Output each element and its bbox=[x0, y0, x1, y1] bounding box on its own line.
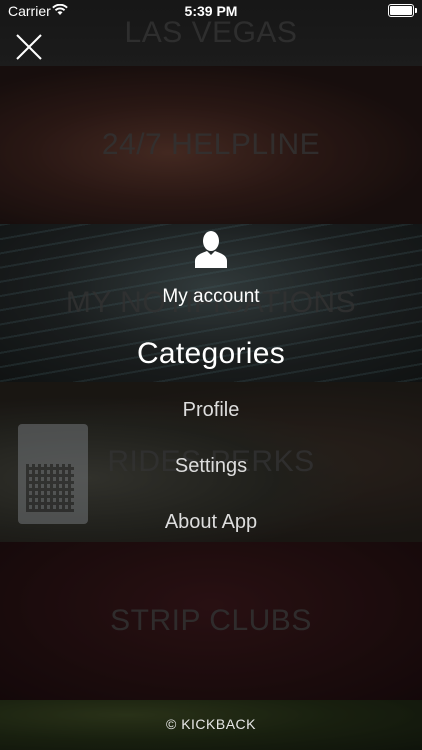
menu-item-profile[interactable]: Profile bbox=[0, 399, 422, 422]
close-icon bbox=[16, 34, 42, 60]
menu-item-settings[interactable]: Settings bbox=[0, 455, 422, 478]
user-icon bbox=[195, 231, 227, 268]
status-bar: Carrier 5:39 PM bbox=[0, 0, 422, 22]
footer-copyright: © KICKBACK bbox=[165, 716, 256, 732]
menu-overlay bbox=[0, 0, 422, 750]
menu-item-about-app[interactable]: About App bbox=[0, 511, 422, 534]
close-button[interactable] bbox=[14, 32, 44, 62]
battery-icon bbox=[388, 4, 417, 17]
my-account-link[interactable]: My account bbox=[0, 286, 422, 308]
status-time: 5:39 PM bbox=[184, 3, 238, 19]
menu-title-categories[interactable]: Categories bbox=[0, 337, 422, 371]
